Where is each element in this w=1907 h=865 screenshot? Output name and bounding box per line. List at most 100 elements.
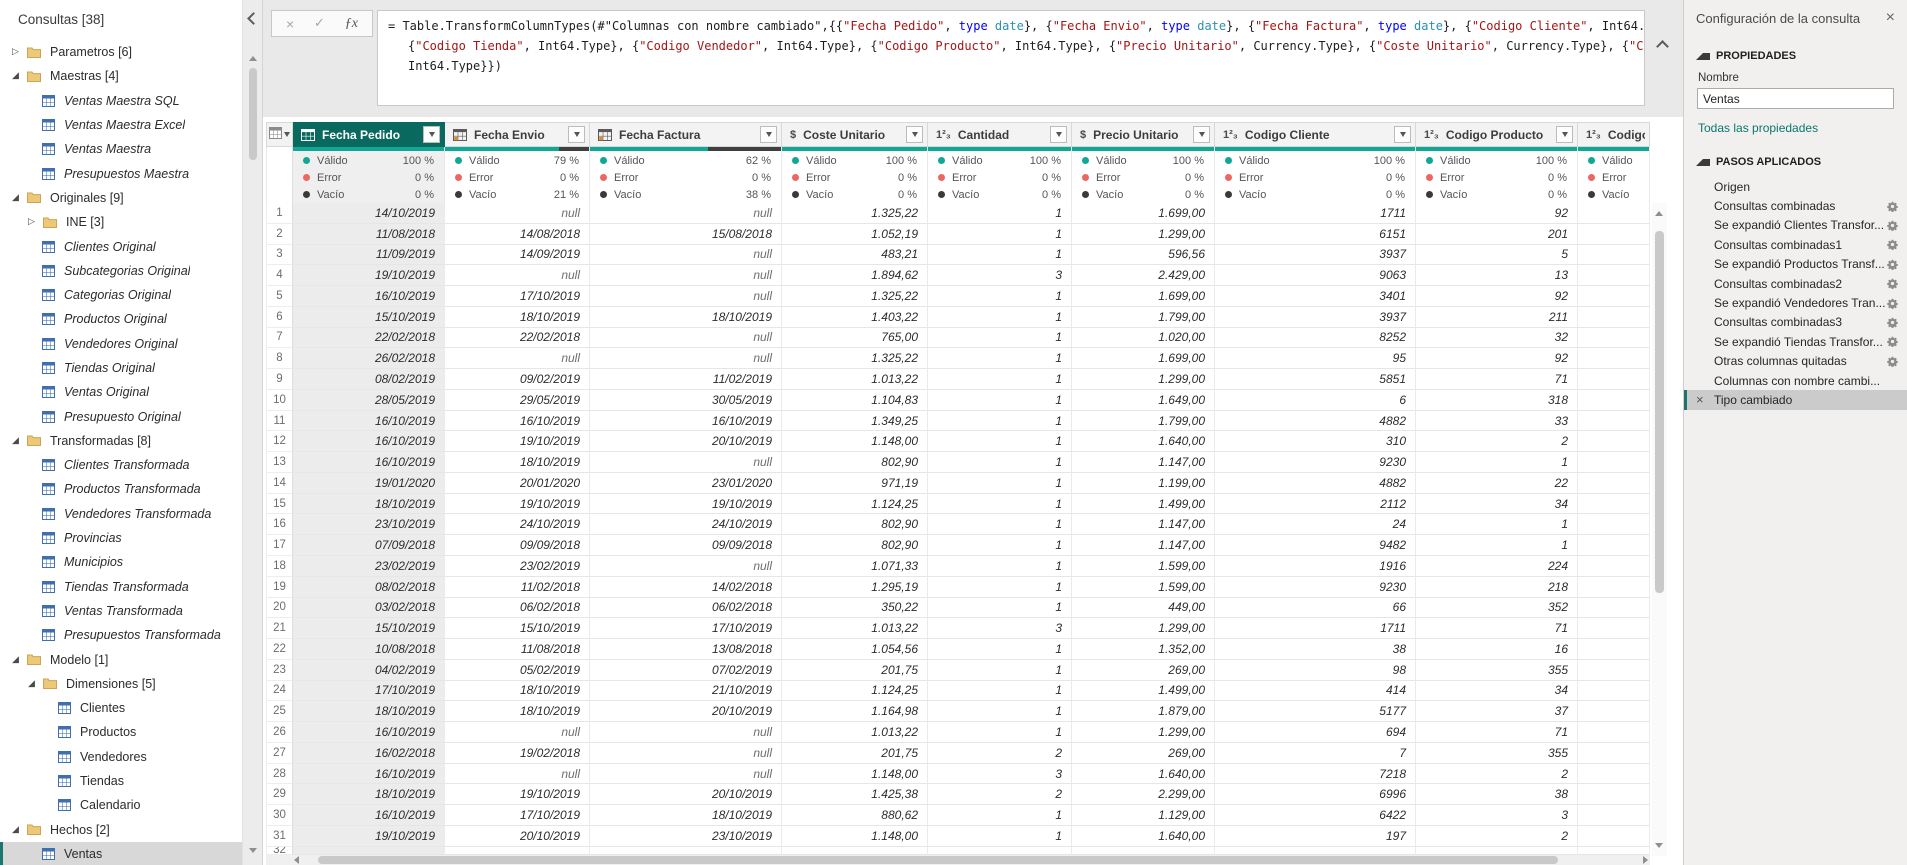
cell-coste-unitario[interactable]: 1.894,62	[782, 265, 928, 286]
cell-fecha-pedido[interactable]: 11/09/2019	[293, 245, 445, 266]
cell-codigo-cliente[interactable]: 24	[1215, 514, 1416, 535]
cell-fecha-pedido[interactable]: 23/10/2019	[293, 514, 445, 535]
cell-fecha-factura[interactable]: 23/01/2020	[590, 473, 782, 494]
applied-step-columnas-con-nombre-cambi[interactable]: Columnas con nombre cambi...	[1684, 371, 1907, 390]
cell-fecha-pedido[interactable]: 17/10/2019	[293, 681, 445, 702]
properties-section-header[interactable]: PROPIEDADES	[1684, 50, 1907, 62]
cell-codigo-cliente[interactable]: 5177	[1215, 701, 1416, 722]
cell-fecha-envio[interactable]: 18/10/2019	[445, 701, 590, 722]
cell-fecha-pedido[interactable]: 19/10/2019	[293, 265, 445, 286]
gear-icon[interactable]	[1887, 278, 1898, 289]
tree-expanded-icon[interactable]: ◢	[12, 193, 27, 203]
cell-precio-unitario[interactable]: 1.640,00	[1072, 431, 1215, 452]
cell-cantidad[interactable]: 1	[928, 328, 1072, 349]
tree-expanded-icon[interactable]: ◢	[12, 71, 27, 81]
cell-cantidad[interactable]: 1	[928, 307, 1072, 328]
cell-fecha-envio[interactable]: 22/02/2018	[445, 328, 590, 349]
tree-collapsed-icon[interactable]: ▷	[12, 47, 27, 57]
cell-cantidad[interactable]: 1	[928, 369, 1072, 390]
cell-coste-unitario[interactable]: 1.425,38	[782, 784, 928, 805]
cell-precio-unitario[interactable]: 1.299,00	[1072, 369, 1215, 390]
filter-dropdown-button[interactable]	[760, 126, 777, 143]
cell-cantidad[interactable]: 1	[928, 535, 1072, 556]
cell-fecha-pedido[interactable]: 16/02/2018	[293, 743, 445, 764]
cell-precio-unitario[interactable]: 1.147,00	[1072, 514, 1215, 535]
cell-fecha-pedido[interactable]: 10/08/2018	[293, 639, 445, 660]
cell-precio-unitario[interactable]: 2.429,00	[1072, 265, 1215, 286]
cell-fecha-envio[interactable]: 24/10/2019	[445, 514, 590, 535]
queries-pane-scrollbar[interactable]	[242, 0, 263, 865]
cell-cantidad[interactable]: 1	[928, 826, 1072, 847]
cell-codigo-producto[interactable]: 2	[1416, 826, 1578, 847]
cell-cantidad[interactable]: 1	[928, 494, 1072, 515]
cell-fecha-factura[interactable]: 17/10/2019	[590, 618, 782, 639]
cell-fecha-envio[interactable]: null	[445, 722, 590, 743]
gear-icon[interactable]	[1887, 336, 1898, 347]
cell-fecha-factura[interactable]: 20/10/2019	[590, 701, 782, 722]
cell-coste-unitario[interactable]: 1.325,22	[782, 286, 928, 307]
column-header-coste-unitario[interactable]: $Coste Unitario	[782, 122, 928, 147]
cell-codigo-cliente[interactable]: 2112	[1215, 494, 1416, 515]
cell-codigo-v[interactable]	[1578, 805, 1650, 826]
cell-coste-unitario[interactable]: 880,62	[782, 805, 928, 826]
query-item-clientes-original[interactable]: Clientes Original	[0, 234, 242, 258]
cell-codigo-v[interactable]	[1578, 660, 1650, 681]
cell-codigo-producto[interactable]: 355	[1416, 660, 1578, 681]
cell-fecha-envio[interactable]: 17/10/2019	[445, 805, 590, 826]
cell-fecha-factura[interactable]: 21/10/2019	[590, 681, 782, 702]
column-quality-cantidad[interactable]: Válido100 %Error0 %Vacío0 %	[928, 147, 1072, 203]
applied-step-consultas-combinadas2[interactable]: Consultas combinadas2	[1684, 274, 1907, 293]
cell-codigo-cliente[interactable]: 7218	[1215, 764, 1416, 785]
cell-fecha-envio[interactable]: 19/02/2018	[445, 743, 590, 764]
cell-fecha-factura[interactable]: 20/10/2019	[590, 784, 782, 805]
cell-fecha-pedido[interactable]: 16/10/2019	[293, 722, 445, 743]
cell-codigo-cliente[interactable]: 414	[1215, 681, 1416, 702]
cell-codigo-cliente[interactable]: 6	[1215, 390, 1416, 411]
cell-codigo-producto[interactable]: 224	[1416, 556, 1578, 577]
applied-step-origen[interactable]: Origen	[1684, 177, 1907, 196]
tree-expanded-icon[interactable]: ◢	[12, 436, 27, 446]
cell-codigo-v[interactable]	[1578, 203, 1650, 224]
cell-cantidad[interactable]: 1	[928, 203, 1072, 224]
cell-fecha-factura[interactable]: 30/05/2019	[590, 390, 782, 411]
filter-dropdown-button[interactable]	[1193, 126, 1210, 143]
cell-fecha-pedido[interactable]: 22/02/2018	[293, 328, 445, 349]
cell-fecha-pedido[interactable]: 16/10/2019	[293, 805, 445, 826]
cell-coste-unitario[interactable]: 1.325,22	[782, 203, 928, 224]
scroll-up-icon[interactable]	[249, 56, 257, 61]
scrollbar-thumb[interactable]	[318, 856, 1558, 864]
cell-cantidad[interactable]: 2	[928, 784, 1072, 805]
cell-fecha-pedido[interactable]: 08/02/2019	[293, 369, 445, 390]
cell-cantidad[interactable]: 1	[928, 701, 1072, 722]
cell-fecha-envio[interactable]: 20/10/2019	[445, 826, 590, 847]
cell-codigo-cliente[interactable]: 1916	[1215, 556, 1416, 577]
cell-fecha-envio[interactable]: 05/02/2019	[445, 660, 590, 681]
gear-icon[interactable]	[1887, 201, 1898, 212]
gear-icon[interactable]	[1887, 298, 1898, 309]
cell-fecha-pedido[interactable]: 18/10/2019	[293, 494, 445, 515]
query-item-clientes[interactable]: Clientes	[0, 696, 242, 720]
cell-codigo-v[interactable]	[1578, 245, 1650, 266]
cell-codigo-v[interactable]	[1578, 535, 1650, 556]
query-item-productos-original[interactable]: Productos Original	[0, 307, 242, 331]
applied-step-se-expandi-tiendas-transfor[interactable]: Se expandió Tiendas Transfor...	[1684, 332, 1907, 351]
cell-fecha-envio[interactable]: 09/02/2019	[445, 369, 590, 390]
cell-fecha-pedido[interactable]: 16/10/2019	[293, 286, 445, 307]
cell-codigo-producto[interactable]: 355	[1416, 743, 1578, 764]
cell-precio-unitario[interactable]: 1.599,00	[1072, 577, 1215, 598]
cell-fecha-envio[interactable]: 14/08/2018	[445, 224, 590, 245]
query-item-presupuestos-maestra[interactable]: Presupuestos Maestra	[0, 161, 242, 185]
cell-codigo-cliente[interactable]: 6996	[1215, 784, 1416, 805]
delete-step-icon[interactable]: ×	[1696, 393, 1714, 406]
cell-codigo-v[interactable]	[1578, 473, 1650, 494]
query-item-ine-3[interactable]: ▷INE [3]	[0, 210, 242, 234]
cell-fecha-factura[interactable]: 23/10/2019	[590, 826, 782, 847]
cell-cantidad[interactable]: 3	[928, 618, 1072, 639]
cell-fecha-factura[interactable]: 11/02/2019	[590, 369, 782, 390]
column-header-precio-unitario[interactable]: $Precio Unitario	[1072, 122, 1215, 147]
column-header-codigo-cliente[interactable]: 1²₃Codigo Cliente	[1215, 122, 1416, 147]
column-quality-coste-unitario[interactable]: Válido100 %Error0 %Vacío0 %	[782, 147, 928, 203]
cell-precio-unitario[interactable]: 596,56	[1072, 245, 1215, 266]
cell-codigo-v[interactable]	[1578, 598, 1650, 619]
filter-dropdown-button[interactable]	[1556, 126, 1573, 143]
